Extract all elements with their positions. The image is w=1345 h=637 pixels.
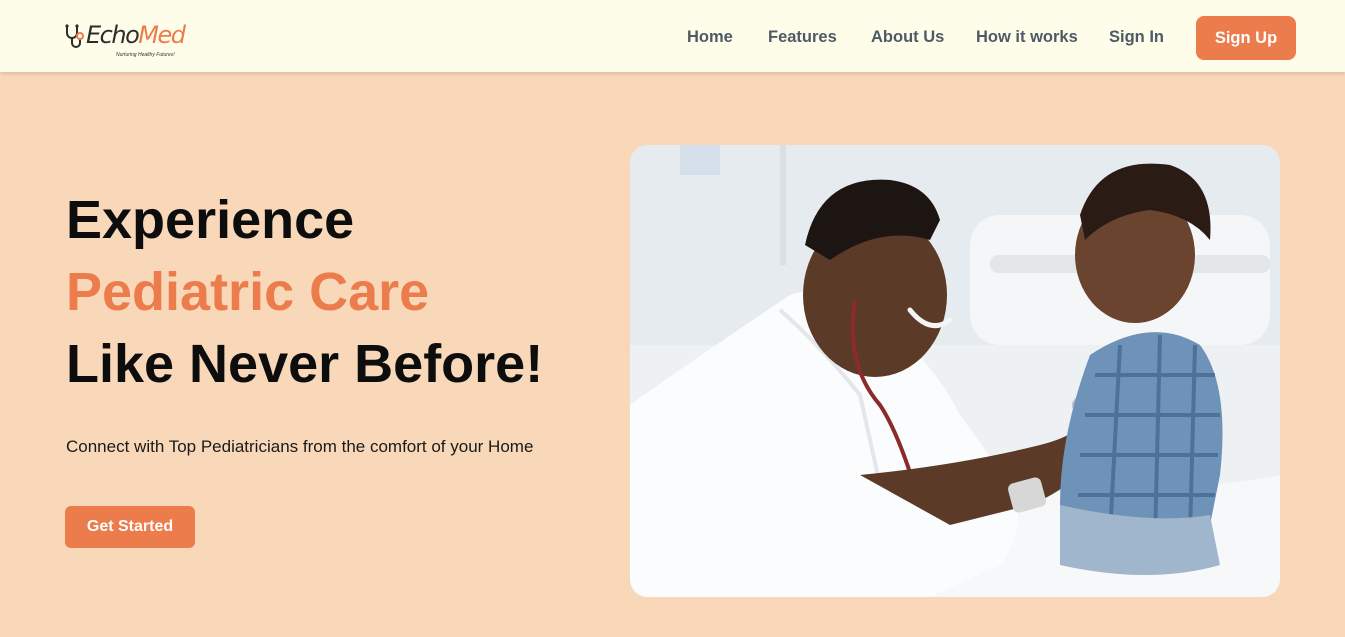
hero-illustration [630,145,1280,597]
doctor-with-child-photo [630,145,1280,597]
hero-title-accent: Pediatric Care [66,262,430,322]
get-started-button[interactable]: Get Started [65,506,195,548]
nav-sign-in[interactable]: Sign In [1109,27,1164,47]
nav-links: Home Features About Us How it works Sign… [0,0,1345,72]
nav-how-it-works[interactable]: How it works [976,27,1078,47]
nav-features[interactable]: Features [768,27,837,47]
hero-title-line1: Experience [66,190,355,250]
hero-title-line3: Like Never Before! [66,334,544,394]
hero-subtitle: Connect with Top Pediatricians from the … [66,437,534,456]
nav-about-us[interactable]: About Us [871,27,944,47]
sign-up-button[interactable]: Sign Up [1196,16,1296,60]
navbar: EchoMed Nurturing Healthy Futures! Home … [0,0,1345,72]
hero-title: Experience Pediatric Care Like Never Bef… [66,184,543,400]
nav-home[interactable]: Home [687,27,733,47]
